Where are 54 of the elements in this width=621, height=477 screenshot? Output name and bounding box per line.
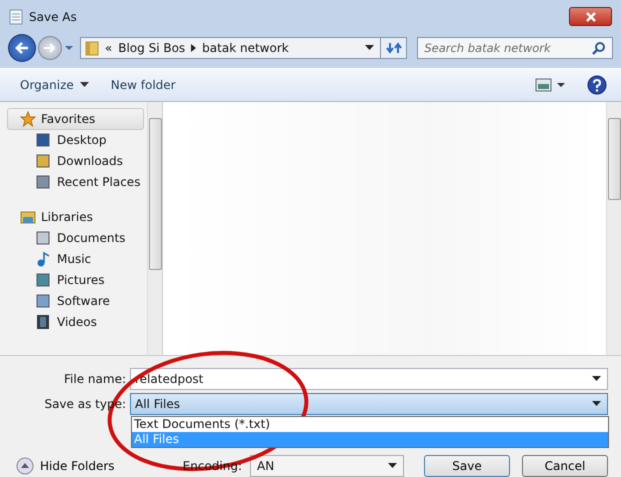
chevron-icon — [191, 44, 196, 52]
refresh-icon — [386, 40, 402, 55]
sidebar-group[interactable]: Libraries — [7, 206, 144, 228]
caret-icon — [365, 45, 374, 50]
view-icon — [535, 78, 565, 92]
window-title: Save As — [29, 10, 77, 24]
caret-icon — [592, 401, 601, 406]
sidebar-item[interactable]: Software — [7, 290, 147, 312]
sidebar-item[interactable]: Downloads — [7, 150, 147, 172]
breadcrumb[interactable]: batak network — [202, 40, 289, 55]
collapse-icon — [16, 456, 34, 475]
music-icon — [35, 251, 51, 268]
field-label: File name: — [63, 372, 126, 386]
folder-icon — [84, 40, 99, 56]
star-icon — [20, 110, 36, 127]
new-folder-button[interactable]: New folder — [110, 78, 176, 92]
sidebar-item[interactable]: Pictures — [7, 270, 147, 291]
search-icon — [592, 40, 606, 55]
view-button[interactable] — [535, 78, 565, 92]
help-icon — [587, 74, 607, 95]
caret-icon — [388, 463, 397, 468]
sidebar-item[interactable]: Documents — [7, 228, 147, 249]
scrollbar[interactable] — [147, 102, 162, 355]
close-icon — [584, 12, 596, 22]
sidebar-group[interactable]: Favorites — [7, 108, 144, 130]
save-button[interactable]: Save — [424, 454, 510, 477]
folder-icon — [20, 208, 36, 225]
help-button[interactable] — [587, 74, 607, 95]
sidebar-item[interactable]: Desktop — [7, 130, 147, 151]
address-bar[interactable]: « Blog Si Bos batak network — [80, 36, 408, 59]
cancel-button[interactable]: Cancel — [522, 454, 608, 477]
scrollbar[interactable] — [606, 102, 621, 355]
breadcrumb[interactable]: Blog Si Bos — [118, 40, 186, 55]
close-button[interactable] — [569, 7, 612, 26]
right-arrow-icon — [42, 42, 57, 54]
caret-icon — [64, 44, 74, 51]
caret-icon — [592, 376, 601, 382]
sidebar-item[interactable]: Music — [7, 248, 147, 270]
notepad-icon — [9, 8, 23, 25]
videos-icon — [35, 314, 51, 330]
hide-folders-button[interactable]: Hide Folders — [0, 456, 121, 476]
sidebar-item[interactable]: Recent Places — [7, 172, 147, 193]
caret-icon — [80, 82, 89, 88]
refresh-button[interactable] — [380, 38, 406, 58]
left-arrow-icon — [14, 40, 30, 55]
breadcrumb[interactable]: « — [104, 40, 112, 55]
file-name-field[interactable]: relatedpost — [130, 368, 608, 390]
file-type-dropdown[interactable]: All Files — [130, 392, 608, 415]
encoding-dropdown[interactable]: AN — [250, 454, 404, 477]
back-button[interactable] — [8, 34, 36, 62]
dropdown-option[interactable]: Text Documents (*.txt) — [132, 416, 608, 432]
organize-button[interactable]: Organize — [20, 78, 89, 92]
sidebar-item[interactable]: Videos — [7, 312, 147, 333]
search-field[interactable]: Search batak network — [417, 36, 613, 59]
